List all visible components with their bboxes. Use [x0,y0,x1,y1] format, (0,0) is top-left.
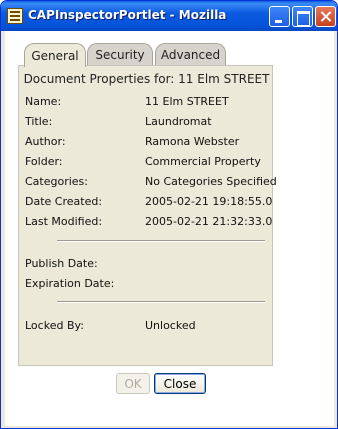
property-label: Last Modified: [25,215,103,228]
property-value: No Categories Specified [145,175,277,188]
property-row-expiration-date: Expiration Date: [25,277,270,291]
property-label: Categories: [25,175,88,188]
property-label: Author: [25,135,66,148]
property-row-locked-by: Locked By: Unlocked [25,319,270,333]
property-value: Laundromat [145,115,212,128]
property-row-last-modified: Last Modified: 2005-02-21 21:32:33.0 [25,215,273,229]
property-value: 2005-02-21 21:32:33.0 [145,215,273,228]
property-value: 2005-02-21 19:18:55.0 [145,195,273,208]
ok-button[interactable]: OK [116,373,150,394]
property-row-folder: Folder: Commercial Property [25,155,270,169]
property-value: Commercial Property [145,155,261,168]
tab-security[interactable]: Security [87,43,153,66]
app-icon [7,8,23,24]
property-row-categories: Categories: No Categories Specified [25,175,277,189]
property-row-date-created: Date Created: 2005-02-21 19:18:55.0 [25,195,273,209]
minimize-button[interactable] [269,6,290,27]
title-bar[interactable]: CAPInspectorPortlet - Mozilla [1,1,337,31]
property-row-publish-date: Publish Date: [25,257,270,271]
property-row-author: Author: Ramona Webster [25,135,270,149]
tab-advanced[interactable]: Advanced [155,43,226,66]
property-label: Expiration Date: [25,277,115,290]
divider [57,240,265,242]
property-value: 11 Elm STREET [145,95,229,108]
property-row-title: Title: Laundromat [25,115,270,129]
property-label: Publish Date: [25,257,98,270]
property-label: Date Created: [25,195,103,208]
maximize-button[interactable] [292,6,313,27]
tab-general[interactable]: General [24,43,86,67]
window-title: CAPInspectorPortlet - Mozilla [28,8,227,22]
property-label: Title: [25,115,53,128]
properties-panel: Document Properties for: 11 Elm STREET N… [18,65,277,366]
property-label: Folder: [25,155,63,168]
panel-heading: Document Properties for: 11 Elm STREET [23,72,270,86]
close-button[interactable]: Close [154,373,206,394]
property-row-name: Name: 11 Elm STREET [25,95,270,109]
divider [57,301,265,303]
property-value: Unlocked [145,319,196,332]
property-label: Locked By: [25,319,84,332]
close-window-button[interactable] [315,6,336,27]
property-value: Ramona Webster [145,135,240,148]
property-label: Name: [25,95,62,108]
